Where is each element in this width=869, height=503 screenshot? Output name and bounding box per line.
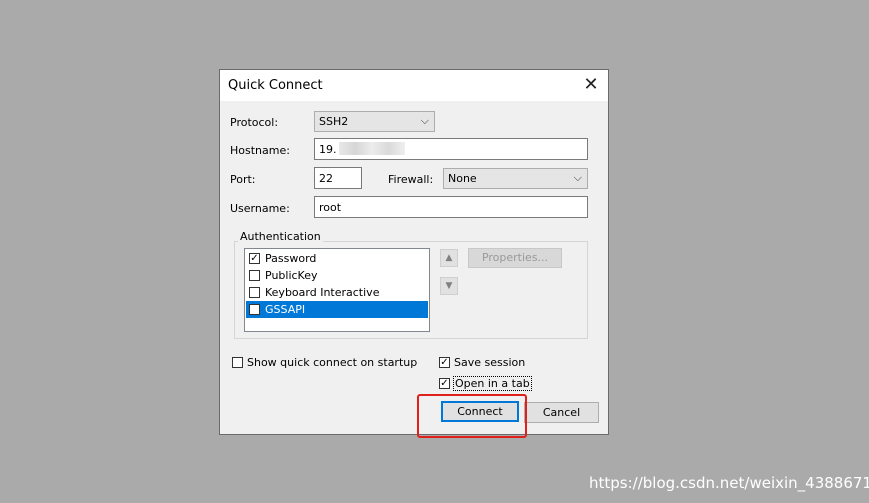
password-checkbox[interactable]: ✓ xyxy=(249,253,260,264)
show-quick-connect-label: Show quick connect on startup xyxy=(247,356,418,369)
open-in-tab-checkbox[interactable]: ✓ xyxy=(439,378,450,389)
move-down-button[interactable]: ▼ xyxy=(440,277,458,295)
watermark: https://blog.csdn.net/weixin_43886711 xyxy=(589,474,869,492)
port-input[interactable]: 22 xyxy=(314,167,362,189)
firewall-label: Firewall: xyxy=(388,173,434,186)
firewall-select[interactable]: None ⌵ xyxy=(443,168,588,189)
show-quick-connect-checkbox[interactable] xyxy=(232,357,243,368)
chevron-down-icon: ⌵ xyxy=(573,171,582,184)
username-label: Username: xyxy=(230,202,290,215)
triangle-up-icon: ▲ xyxy=(445,253,453,263)
keyboard-interactive-checkbox[interactable] xyxy=(249,287,260,298)
hostname-label: Hostname: xyxy=(230,144,290,157)
open-in-tab-label: Open in a tab xyxy=(453,376,532,391)
hostname-input[interactable]: 19. xyxy=(314,138,588,160)
auth-item-keyboard-interactive[interactable]: Keyboard Interactive xyxy=(246,284,428,301)
move-up-button[interactable]: ▲ xyxy=(440,249,458,267)
firewall-value: None xyxy=(448,172,477,185)
protocol-label: Protocol: xyxy=(230,116,279,129)
auth-item-label: GSSAPI xyxy=(265,303,306,316)
dialog-title: Quick Connect xyxy=(228,78,323,93)
username-input[interactable]: root xyxy=(314,196,588,218)
port-value: 22 xyxy=(319,172,333,185)
close-icon[interactable]: ✕ xyxy=(580,74,602,96)
gssapi-checkbox[interactable] xyxy=(249,304,260,315)
quick-connect-dialog: Quick Connect ✕ Protocol: SSH2 ⌵ Hostnam… xyxy=(219,69,609,435)
authentication-list[interactable]: ✓ Password PublicKey Keyboard Interactiv… xyxy=(244,248,430,332)
auth-item-publickey[interactable]: PublicKey xyxy=(246,267,428,284)
auth-item-gssapi[interactable]: GSSAPI xyxy=(246,301,428,318)
username-value: root xyxy=(319,201,342,214)
save-session-checkbox[interactable]: ✓ xyxy=(439,357,450,368)
publickey-checkbox[interactable] xyxy=(249,270,260,281)
chevron-down-icon: ⌵ xyxy=(420,114,429,127)
save-session-label: Save session xyxy=(454,356,526,369)
auth-item-label: Keyboard Interactive xyxy=(265,286,380,299)
auth-item-label: PublicKey xyxy=(265,269,318,282)
hostname-value: 19. xyxy=(319,143,337,156)
cancel-button[interactable]: Cancel xyxy=(524,402,599,423)
protocol-select[interactable]: SSH2 ⌵ xyxy=(314,111,435,132)
auth-item-password[interactable]: ✓ Password xyxy=(246,250,428,267)
auth-item-label: Password xyxy=(265,252,317,265)
protocol-value: SSH2 xyxy=(319,115,349,128)
properties-button[interactable]: Properties... xyxy=(468,248,562,268)
redacted-blur xyxy=(339,142,405,155)
annotation-highlight-box xyxy=(417,394,527,438)
title-bar: Quick Connect ✕ xyxy=(220,70,608,101)
authentication-legend: Authentication xyxy=(238,230,323,243)
triangle-down-icon: ▼ xyxy=(445,281,453,291)
port-label: Port: xyxy=(230,173,256,186)
